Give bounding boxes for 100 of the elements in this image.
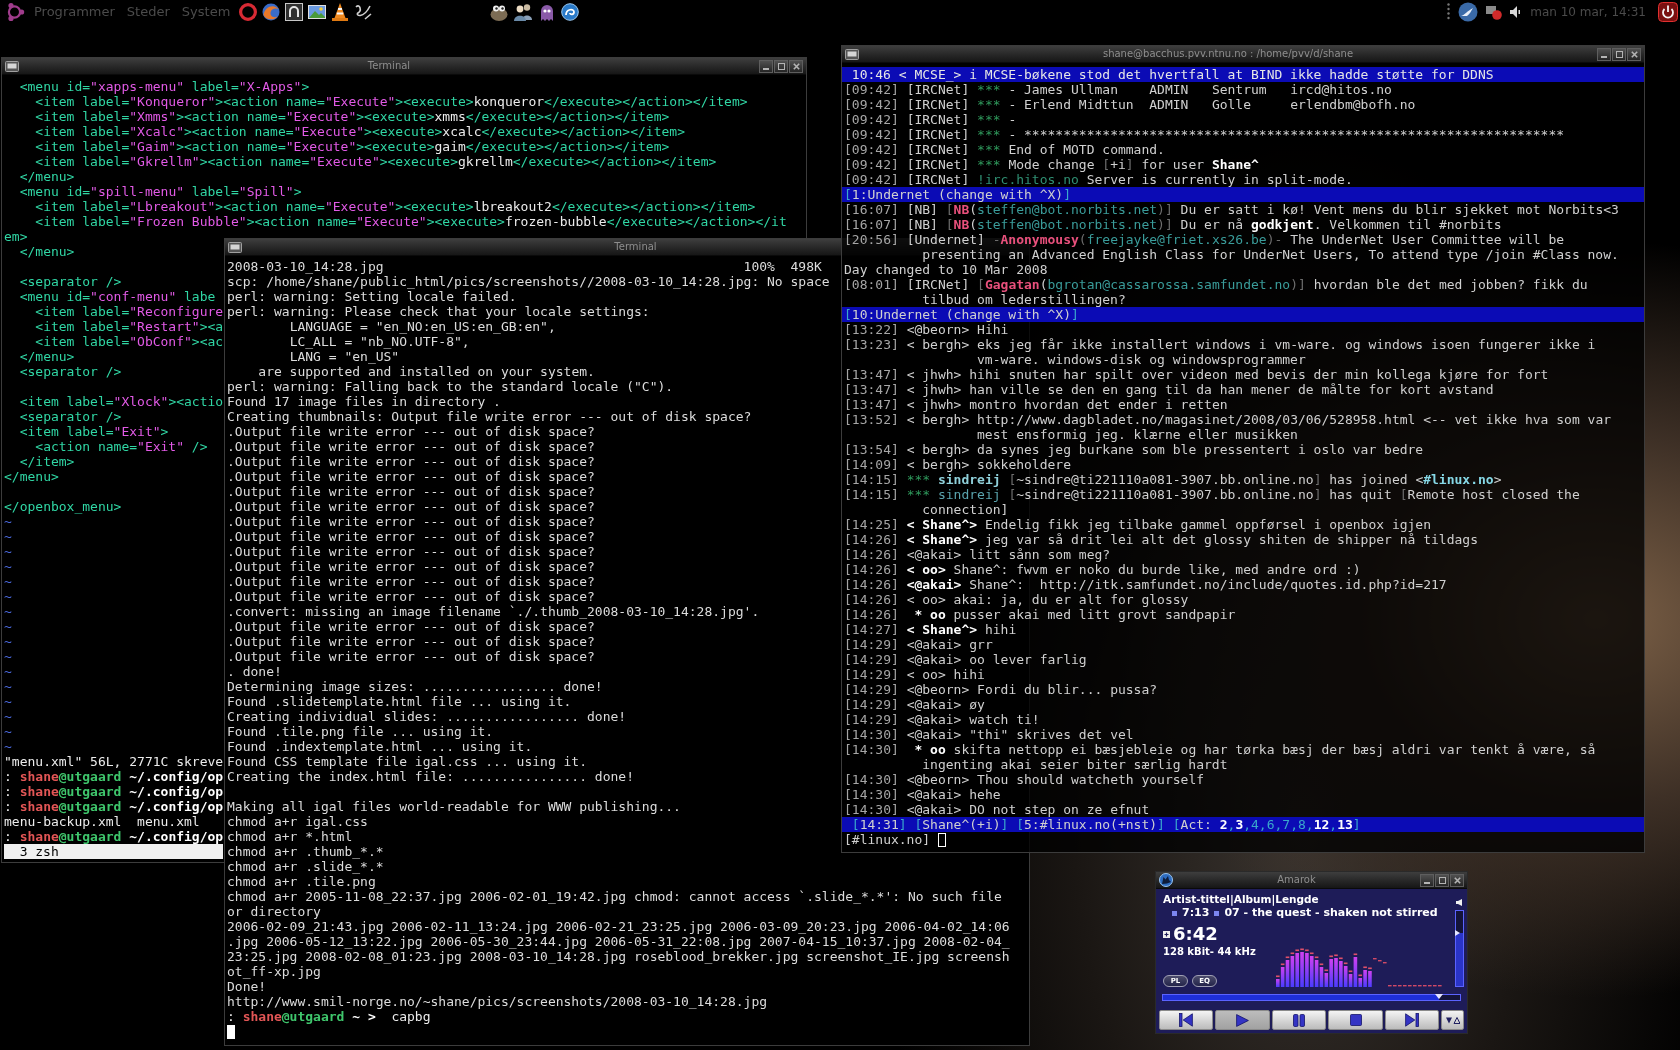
window-title: shane@bacchus.pvv.ntnu.no : /home/pvv/d/shane bbox=[1102, 48, 1354, 60]
terminal-line: .Output file write error --- out of disk space? bbox=[227, 439, 595, 454]
chat-line: [09:42] [IRCNet] *** Mode change [+i] for user Shane^ bbox=[844, 157, 1259, 172]
scribble-icon[interactable] bbox=[354, 3, 373, 21]
menu-item[interactable]: Steder bbox=[126, 2, 170, 22]
window-list-bar: 3 zsh bbox=[4, 844, 223, 859]
close-button[interactable] bbox=[1450, 873, 1464, 887]
maximize-button[interactable] bbox=[1435, 873, 1449, 887]
code-line: <item label="Frozen Bubble"><action name="Execute"><execute>frozen-bubble</execute></action></it bbox=[35, 214, 787, 229]
bitrate-label: 128 kBit- 44 kHz bbox=[1163, 945, 1256, 958]
player-control-button[interactable] bbox=[1441, 1010, 1464, 1030]
wolf-icon[interactable] bbox=[1159, 873, 1173, 887]
minimize-button[interactable] bbox=[1420, 873, 1434, 887]
window-title: Terminal bbox=[614, 241, 657, 253]
terminal-line: .Output file write error --- out of disk space? bbox=[227, 529, 595, 544]
image-icon[interactable] bbox=[308, 3, 327, 21]
close-button[interactable] bbox=[789, 59, 803, 73]
code-line: <action name="Exit" /> bbox=[35, 439, 208, 454]
terminal-line: or directory bbox=[227, 904, 321, 919]
minimize-icon bbox=[1601, 55, 1607, 58]
play-icon bbox=[1236, 1013, 1249, 1027]
close-icon bbox=[1453, 876, 1461, 884]
code-line: <menu id="spill-menu" label="Spill"> bbox=[19, 184, 302, 199]
terminal-line: chmod a+r .slide_*.* bbox=[227, 859, 384, 874]
globe-icon[interactable] bbox=[262, 3, 281, 21]
chat-line: [14:15] *** sindreij [~sindre@ti221110a081-3907.bb.online.no] has joined <#linux.no> bbox=[844, 472, 1502, 487]
player-control-button[interactable] bbox=[1385, 1010, 1439, 1030]
chat-line: connection] bbox=[922, 502, 1009, 517]
status-message: "menu.xml" 56L, 2771C skreve bbox=[4, 754, 224, 769]
chat-line: [14:29] <@akai> grr bbox=[844, 637, 993, 652]
code-line: <item label="Xcalc"><action name="Execute"><execute>xcalc</execute></action></item> bbox=[35, 124, 685, 139]
terminal-line: 2006-02-09_21:43.jpg 2006-02-11_13:24.jpg 2006-02-21_23:25.jpg 2006-03-09_20:23.jpg 2006-04-02_14:06 bbox=[227, 919, 1010, 934]
window-icon[interactable] bbox=[285, 3, 304, 21]
player-control-button[interactable] bbox=[1328, 1010, 1383, 1030]
power-icon[interactable] bbox=[1658, 2, 1678, 22]
menu-item[interactable]: System bbox=[181, 2, 231, 22]
terminal-line: .Output file write error --- out of disk space? bbox=[227, 514, 595, 529]
people-icon[interactable] bbox=[513, 3, 534, 21]
transfer-stats: 100% 498K bbox=[743, 259, 822, 274]
speaker-icon[interactable] bbox=[1510, 6, 1521, 18]
prompt-label: [#linux.no] bbox=[844, 832, 931, 847]
ring-icon[interactable] bbox=[239, 3, 258, 21]
skip-back-icon bbox=[1179, 1013, 1193, 1027]
minimize-button[interactable] bbox=[1597, 47, 1611, 61]
traffic-cone-icon[interactable] bbox=[331, 3, 350, 21]
face-icon[interactable] bbox=[490, 3, 509, 21]
menu-item[interactable]: Programmer bbox=[34, 2, 115, 22]
volume-slider[interactable] bbox=[1454, 910, 1464, 987]
speaker-icon[interactable] bbox=[1456, 899, 1462, 906]
status-message: menu-backup.xml menu.xml bbox=[4, 814, 200, 829]
chat-line: [14:25] < Shane^> Endelig fikk jeg tilbake gammel oppførsel i openbox igjen bbox=[844, 517, 1432, 532]
chat-line: [13:52] < bergh> http://www.dagbladet.no/magasinet/2008/03/06/528958.html <-- vet ikke hva som var bbox=[844, 412, 1612, 427]
code-line: <item label="Gkrellm"><action name="Execute"><execute>gkrellm</execute></action></item> bbox=[35, 154, 717, 169]
chat-line: presenting an Advanced English Class for UnderNet Users, To attend type /join #Class now. bbox=[922, 247, 1619, 262]
slider-thumb-icon[interactable] bbox=[1435, 994, 1444, 999]
clock-label[interactable]: man 10 mar, 14:31 bbox=[1530, 2, 1646, 22]
bird-icon[interactable] bbox=[1458, 2, 1479, 22]
terminal-line: LANG = "en_US" bbox=[289, 349, 400, 364]
prompt-line: : shane@utgaard ~/.config/op bbox=[4, 784, 224, 799]
track-text: 7:13 bbox=[1182, 906, 1210, 920]
chat-line: [14:29] <@akai> oo lever farlig bbox=[844, 652, 1087, 667]
code-line: <item label="Xmms"><action name="Execute"><execute>xmms</execute></action></item> bbox=[35, 109, 670, 124]
chat-line: vm-ware. windows-disk og windowsprogrammer bbox=[977, 352, 1306, 367]
chat-line: [13:47] < jhwh> montro hvordan det ender i retten bbox=[844, 397, 1228, 412]
seek-slider[interactable] bbox=[1162, 994, 1461, 1001]
terminal-line: .Output file write error --- out of disk space? bbox=[227, 619, 595, 634]
maximize-button[interactable] bbox=[774, 59, 788, 73]
chat-line: [09:42] [IRCNet] *** - Erlend Midttun ADMIN Golle erlendbm@bofh.no bbox=[844, 97, 1416, 112]
monitor-icon[interactable] bbox=[5, 60, 19, 72]
chat-line: [13:47] < jhwh> hihi snuten har spilt over videon med bevis der min kollega kjøre for fort bbox=[844, 367, 1549, 382]
prompt-line: : shane@utgaard ~ > capbg bbox=[227, 1009, 431, 1024]
terminal-line: .Output file write error --- out of disk space? bbox=[227, 424, 595, 439]
network-icon[interactable] bbox=[1486, 4, 1503, 20]
player-control-button[interactable] bbox=[1159, 1010, 1213, 1030]
plus-box-icon[interactable] bbox=[1163, 930, 1170, 938]
terminal-line: Found .slidetemplate.html file ... using it. bbox=[227, 694, 572, 709]
maximize-button[interactable] bbox=[1612, 47, 1626, 61]
monitor-icon[interactable] bbox=[845, 48, 859, 60]
empty-line-marker: ~ bbox=[4, 619, 12, 634]
ring-dots-icon[interactable] bbox=[5, 2, 25, 22]
topic-bar: 10:46 < MCSE_> i MCSE-bøkene stod det hvertfall at BIND ikke hadde støtte for DDNS bbox=[842, 67, 1644, 82]
close-button[interactable] bbox=[1627, 47, 1641, 61]
monitor-icon[interactable] bbox=[228, 241, 242, 253]
prompt-line: : shane@utgaard ~/.config/op bbox=[4, 769, 224, 784]
elapsed-time: 6:42 bbox=[1173, 923, 1218, 945]
code-line: <item label="ObConf"><ac bbox=[35, 334, 224, 349]
terminal-line: .jpg 2006-05-12_13:22.jpg 2006-05-30_23:44.jpg 2006-05-31_22:08.jpg 2007-04-15_10:37.jpg 2008-02-04_ bbox=[227, 934, 1010, 949]
empty-line-marker: ~ bbox=[4, 724, 12, 739]
swirl-icon[interactable] bbox=[561, 3, 580, 21]
minimize-button[interactable] bbox=[759, 59, 773, 73]
slider-thumb-icon[interactable] bbox=[1454, 929, 1460, 936]
terminal-line: .Output file write error --- out of disk space? bbox=[227, 484, 595, 499]
terminal-line: .convert: missing an image filename `./.thumb_2008-03-10_14:28.jpg'. bbox=[227, 604, 760, 619]
player-control-button[interactable] bbox=[1215, 1010, 1270, 1030]
terminal-line: 23:25.jpg 2008-02-08_01:23.jpg 2008-03-10_14:28.jpg roseblood_brekker.jpg screenshot_IE.jpg screensh bbox=[227, 949, 1010, 964]
player-control-button[interactable] bbox=[1272, 1010, 1326, 1030]
grip-icon[interactable] bbox=[1447, 3, 1451, 21]
empty-line-marker: ~ bbox=[4, 694, 12, 709]
empty-line-marker: ~ bbox=[4, 544, 12, 559]
chat-line: [13:23] < bergh> eks jeg får ikke installert windows i vm-ware. og windows isoen fungerer ikke i bbox=[844, 337, 1596, 352]
